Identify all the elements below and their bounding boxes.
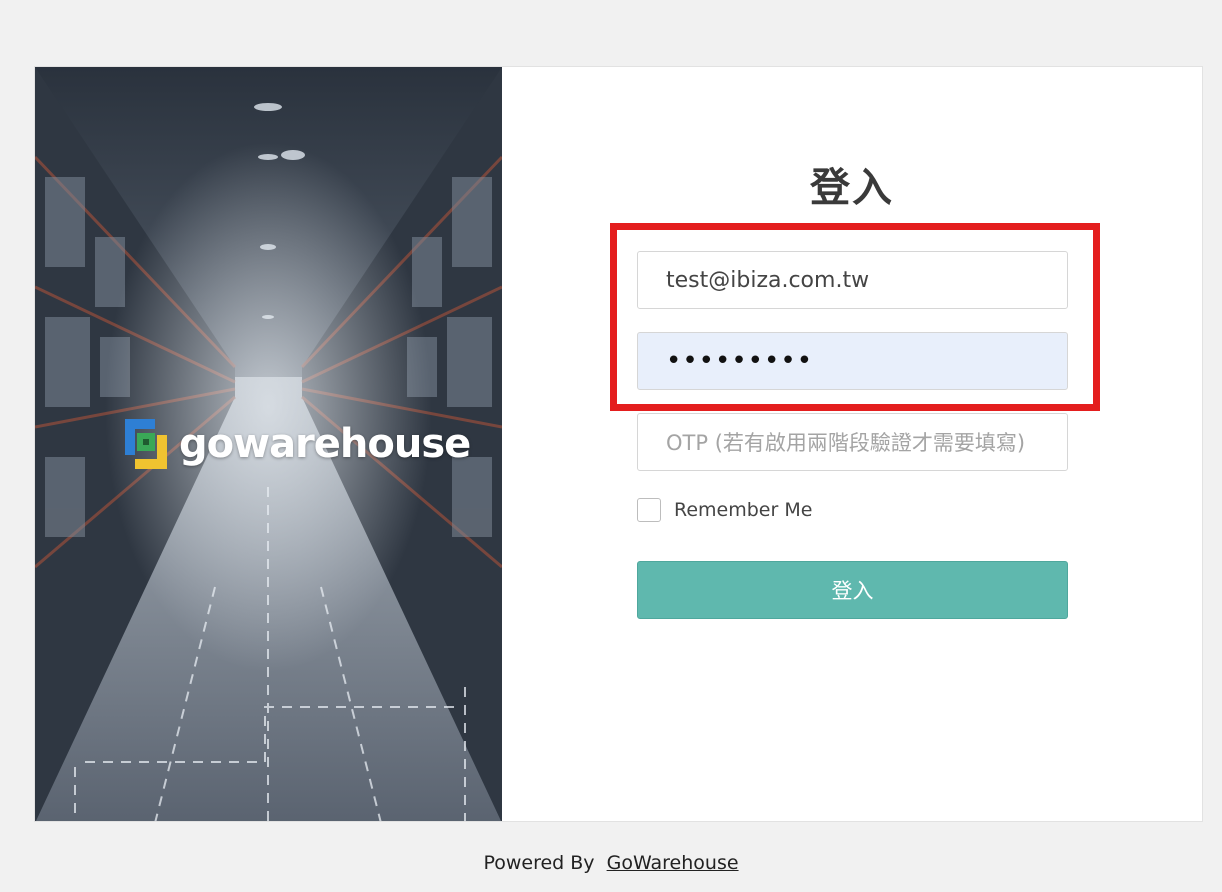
warehouse-hero-image: gowarehouse <box>35 67 502 821</box>
remember-me-label: Remember Me <box>674 499 813 521</box>
login-card: gowarehouse 登入 test@ibiza.com.tw •••••••… <box>34 66 1203 822</box>
credentials-highlight-box <box>610 223 1100 411</box>
footer: Powered By GoWarehouse <box>0 852 1222 874</box>
gowarehouse-logo-icon <box>125 419 167 469</box>
login-form-panel: 登入 test@ibiza.com.tw ••••••••• OTP (若有啟用… <box>502 67 1202 821</box>
otp-input[interactable]: OTP (若有啟用兩階段驗證才需要填寫) <box>637 413 1068 471</box>
brand-wordmark: gowarehouse <box>179 421 471 467</box>
remember-me-row[interactable]: Remember Me <box>637 498 812 522</box>
remember-me-checkbox[interactable] <box>637 498 661 522</box>
login-button[interactable]: 登入 <box>637 561 1068 619</box>
powered-by-text: Powered By <box>483 852 595 874</box>
login-title: 登入 <box>810 165 894 211</box>
brand-logo: gowarehouse <box>125 419 471 469</box>
gowarehouse-link[interactable]: GoWarehouse <box>607 852 739 874</box>
